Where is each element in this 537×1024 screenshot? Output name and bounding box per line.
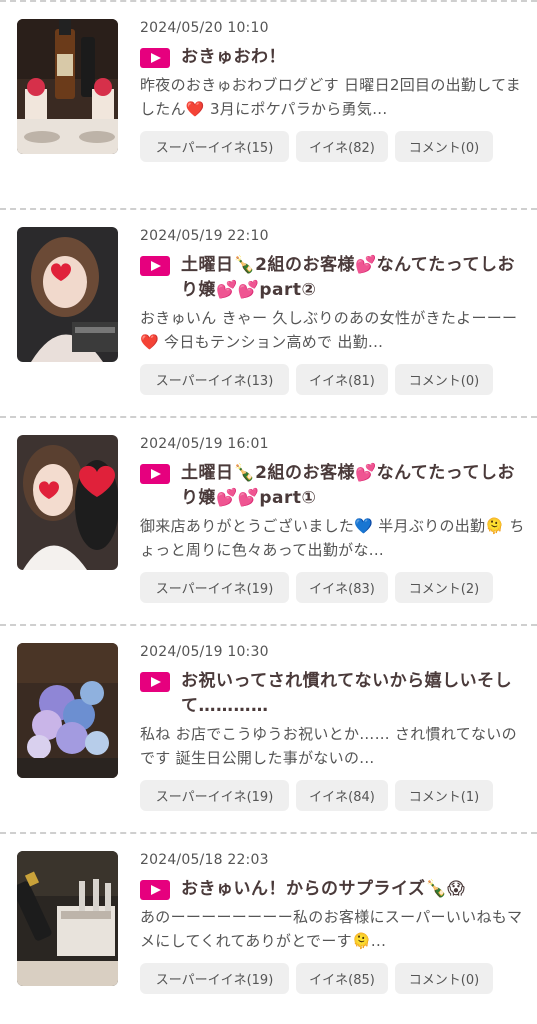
super-like-button[interactable]: スーパーイイネ(19)	[140, 963, 289, 994]
video-play-icon	[140, 880, 170, 900]
video-play-icon	[140, 672, 170, 692]
post-date: 2024/05/20 10:10	[140, 20, 269, 36]
post-item[interactable]: 2024/05/19 22:10 土曜日🍾2組のお客様💕なんてたってしおり嬢💕💕…	[0, 210, 537, 416]
post-thumbnail[interactable]	[17, 19, 118, 154]
post-item[interactable]: 2024/05/19 16:01 土曜日🍾2組のお客様💕なんてたってしおり嬢💕💕…	[0, 418, 537, 624]
post-title[interactable]: お祝いってされ慣れてないから嬉しいそして…………	[181, 669, 525, 719]
post-excerpt: 私ね お店でこうゆうお祝いとか…… され慣れてないのです 誕生日公開した事がない…	[140, 725, 517, 767]
post-excerpt: 昨夜のおきゅおわブログどす 日曜日2回目の出勤してましたん❤️ 3月にポケパラか…	[140, 76, 521, 118]
post-thumbnail[interactable]	[17, 435, 118, 570]
post-date: 2024/05/19 10:30	[140, 644, 269, 660]
post-date: 2024/05/18 22:03	[140, 852, 269, 868]
post-thumbnail[interactable]	[17, 851, 118, 986]
post-date: 2024/05/19 22:10	[140, 228, 269, 244]
post-title[interactable]: 土曜日🍾2組のお客様💕なんてたってしおり嬢💕💕part②	[181, 253, 525, 303]
post-item[interactable]: 2024/05/18 22:03 おきゅいん！からのサプライズ🍾😱 あのーーーー…	[0, 834, 537, 1024]
comment-button[interactable]: コメント(0)	[395, 963, 493, 994]
post-title[interactable]: おきゅいん！からのサプライズ🍾😱	[181, 877, 465, 902]
blog-feed: 2024/05/20 10:10 おきゅおわ！ 昨夜のおきゅおわブログどす 日曜…	[0, 0, 537, 1024]
post-title[interactable]: 土曜日🍾2組のお客様💕なんてたってしおり嬢💕💕part①	[181, 461, 525, 511]
comment-button[interactable]: コメント(1)	[395, 780, 493, 811]
like-button[interactable]: イイネ(83)	[296, 572, 388, 603]
super-like-button[interactable]: スーパーイイネ(19)	[140, 780, 289, 811]
post-thumbnail[interactable]	[17, 227, 118, 362]
video-play-icon	[140, 256, 170, 276]
post-thumbnail[interactable]	[17, 643, 118, 778]
post-item[interactable]: 2024/05/20 10:10 おきゅおわ！ 昨夜のおきゅおわブログどす 日曜…	[0, 2, 537, 208]
post-title[interactable]: おきゅおわ！	[181, 45, 286, 70]
video-play-icon	[140, 464, 170, 484]
super-like-button[interactable]: スーパーイイネ(13)	[140, 364, 289, 395]
super-like-button[interactable]: スーパーイイネ(19)	[140, 572, 289, 603]
post-excerpt: あのーーーーーーーー私のお客様にスーパーいいねもマメにしてくれてありがとでーす🫠…	[140, 908, 523, 950]
like-button[interactable]: イイネ(85)	[296, 963, 388, 994]
post-excerpt: おきゅいん きゃー 久しぶりのあの女性がきたよーーー❤️ 今日もテンション高めで…	[140, 309, 518, 351]
comment-button[interactable]: コメント(0)	[395, 131, 493, 162]
post-date: 2024/05/19 16:01	[140, 436, 269, 452]
like-button[interactable]: イイネ(82)	[296, 131, 388, 162]
like-button[interactable]: イイネ(84)	[296, 780, 388, 811]
like-button[interactable]: イイネ(81)	[296, 364, 388, 395]
video-play-icon	[140, 48, 170, 68]
super-like-button[interactable]: スーパーイイネ(15)	[140, 131, 289, 162]
post-item[interactable]: 2024/05/19 10:30 お祝いってされ慣れてないから嬉しいそして…………	[0, 626, 537, 832]
comment-button[interactable]: コメント(0)	[395, 364, 493, 395]
post-excerpt: 御来店ありがとうございました💙 半月ぶりの出勤🫠 ちょっと周りに色々あって出勤が…	[140, 517, 525, 559]
comment-button[interactable]: コメント(2)	[395, 572, 493, 603]
